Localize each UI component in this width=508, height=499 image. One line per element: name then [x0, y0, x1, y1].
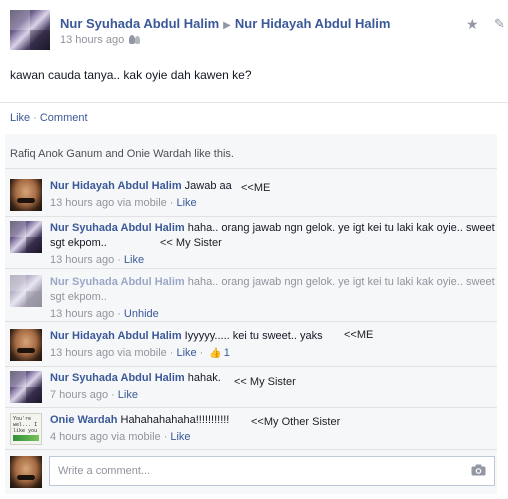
divider [5, 449, 497, 450]
separator-dot: · [117, 254, 121, 266]
comment-time[interactable]: 13 hours ago via mobile [50, 197, 167, 209]
comment-meta: 13 hours ago · Unhide [50, 307, 495, 322]
comment-time[interactable]: 13 hours ago [50, 254, 114, 266]
star-icon[interactable]: ★ [466, 16, 479, 33]
thumbs-up-icon[interactable]: 👍 [209, 348, 221, 359]
divider [0, 102, 508, 103]
commenter-avatar[interactable] [10, 221, 42, 253]
post-author-link[interactable]: Nur Syuhada Abdul Halim [60, 16, 219, 31]
post-names: Nur Syuhada Abdul Halim ▶ Nur Hidayah Abdu… [60, 16, 390, 31]
comment-body: Nur Syuhada Abdul Halim haha.. orang jaw… [50, 221, 495, 268]
comment-time[interactable]: 13 hours ago [50, 308, 114, 320]
divider [5, 366, 497, 367]
commenter-name-link[interactable]: Nur Syuhada Abdul Halim [50, 276, 185, 288]
comment-like-link[interactable]: Like [118, 389, 138, 401]
separator-dot: · [199, 347, 204, 359]
comment-body: Nur Syuhada Abdul Halim haha.. orang jaw… [50, 275, 495, 322]
separator-dot: · [33, 112, 37, 124]
separator-dot: · [169, 347, 174, 359]
commenter-avatar[interactable] [10, 329, 42, 361]
comment-like-link[interactable]: Like [170, 431, 190, 443]
commenter-avatar[interactable]: You're wel... I like you [10, 413, 42, 445]
comment-time[interactable]: 7 hours ago [50, 389, 108, 401]
comment-annotation: <<My Other Sister [251, 416, 341, 428]
camera-icon[interactable] [471, 464, 486, 476]
composer-avatar[interactable] [10, 456, 42, 488]
commenter-name-link[interactable]: Nur Syuhada Abdul Halim [50, 222, 185, 234]
comment-time[interactable]: 13 hours ago via mobile [50, 347, 167, 359]
commenter-avatar[interactable] [10, 275, 42, 307]
comment-like-link[interactable]: Like [176, 197, 196, 209]
action-bar: Like · Comment [10, 112, 88, 124]
comment-annotation: << My Sister [160, 237, 222, 249]
comment-time[interactable]: 4 hours ago via mobile [50, 431, 161, 443]
separator-dot: · [169, 197, 174, 209]
commenter-avatar[interactable] [10, 179, 42, 211]
comment-annotation: << My Sister [234, 376, 296, 388]
divider [5, 321, 497, 322]
post-timestamp: 13 hours ago [60, 34, 141, 46]
comment-body: Nur Hidayah Abdul Halim Jawab aa 13 hour… [50, 179, 495, 211]
like-count[interactable]: 1 [224, 347, 230, 359]
likes-summary: Rafiq Anok Ganum and Onie Wardah like th… [10, 148, 234, 160]
separator-dot: · [163, 431, 168, 443]
friends-icon[interactable] [129, 35, 141, 44]
commenter-avatar[interactable] [10, 371, 42, 403]
comment-meta: 7 hours ago · Like [50, 388, 495, 403]
separator-dot: · [117, 308, 121, 320]
commenter-name-link[interactable]: Nur Syuhada Abdul Halim [50, 372, 185, 384]
comment-like-link[interactable]: Like [176, 347, 196, 359]
unhide-link[interactable]: Unhide [124, 308, 159, 320]
comment-text: Hahahahahaha!!!!!!!!!!! [120, 414, 230, 426]
pencil-icon[interactable]: ✎ [494, 16, 505, 32]
arrow-right-icon: ▶ [223, 20, 231, 31]
comment-text: Iyyyyy..... kei tu sweet.. yaks [184, 330, 323, 342]
commenter-name-link[interactable]: Nur Hidayah Abdul Halim [50, 330, 182, 342]
comment-like-link[interactable]: Like [124, 254, 144, 266]
comment-annotation: <<ME [241, 182, 271, 194]
divider [5, 407, 497, 408]
author-avatar[interactable] [10, 10, 50, 50]
divider [5, 168, 497, 169]
comment-meta: 4 hours ago via mobile · Like [50, 430, 495, 445]
comment-text: hahak. [187, 372, 221, 384]
comment-annotation: <<ME [344, 329, 374, 341]
post-text: kawan cauda tanya.. kak oyie dah kawen k… [10, 68, 252, 82]
comment-meta: 13 hours ago · Like [50, 253, 495, 268]
comment-meta: 13 hours ago via mobile · Like · 👍 1 [50, 346, 495, 361]
separator-dot: · [111, 389, 115, 401]
like-link[interactable]: Like [10, 112, 30, 124]
post-target-link[interactable]: Nur Hidayah Abdul Halim [235, 16, 391, 31]
divider [5, 268, 497, 269]
comment-body: Nur Hidayah Abdul Halim Iyyyyy..... kei … [50, 329, 495, 361]
comment-text: Jawab aa [184, 180, 232, 192]
comment-meta: 13 hours ago via mobile · Like [50, 196, 495, 211]
commenter-name-link[interactable]: Nur Hidayah Abdul Halim [50, 180, 182, 192]
commenter-name-link[interactable]: Onie Wardah [50, 414, 117, 426]
post-header: Nur Syuhada Abdul Halim ▶ Nur Hidayah Abdu… [10, 10, 505, 54]
comment-input[interactable] [50, 457, 460, 485]
post-time-link[interactable]: 13 hours ago [60, 34, 124, 46]
comment-composer [49, 456, 495, 486]
divider [5, 216, 497, 217]
comment-link[interactable]: Comment [40, 112, 88, 124]
